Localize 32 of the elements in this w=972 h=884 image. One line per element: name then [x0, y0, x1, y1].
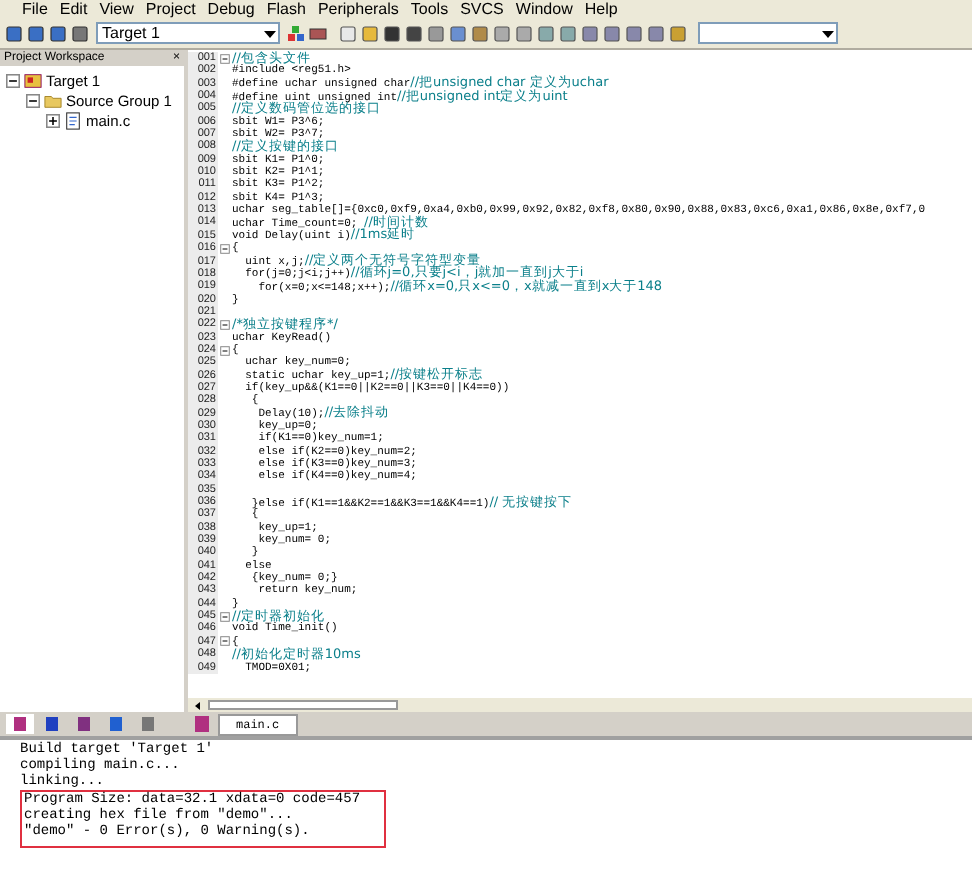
- document-icon[interactable]: [6, 714, 34, 734]
- target-select[interactable]: Target 1: [96, 22, 280, 44]
- collapse-icon[interactable]: [26, 93, 40, 107]
- fold-icon[interactable]: [219, 636, 229, 647]
- target-icon: [24, 71, 42, 89]
- menu-item[interactable]: Help: [584, 0, 618, 18]
- menu-item[interactable]: Peripherals: [317, 0, 399, 18]
- file-icon: [64, 111, 82, 129]
- collapse-icon[interactable]: [6, 73, 20, 87]
- find-combo[interactable]: [698, 22, 838, 44]
- menu-item[interactable]: SVCS: [460, 0, 504, 18]
- expand-icon[interactable]: [46, 113, 60, 127]
- fold-icon[interactable]: [219, 319, 229, 330]
- folder-icon: [44, 91, 62, 109]
- menu-item[interactable]: View: [99, 0, 134, 18]
- menu-item[interactable]: Project: [145, 0, 196, 18]
- menu-item[interactable]: Edit: [59, 0, 88, 18]
- fold-icon[interactable]: [219, 53, 229, 64]
- scroll-thumb[interactable]: [208, 700, 398, 710]
- menu-item[interactable]: File: [22, 0, 48, 18]
- options-icon[interactable]: [286, 23, 306, 43]
- fold-icon[interactable]: [219, 243, 229, 254]
- menu-item[interactable]: Flash: [266, 0, 306, 18]
- fold-icon[interactable]: [219, 611, 229, 622]
- document-icon: [192, 714, 212, 734]
- menu-item[interactable]: Window: [515, 0, 573, 18]
- menu-item[interactable]: Tools: [410, 0, 449, 18]
- dropdown-arrow-icon: [820, 25, 836, 41]
- fold-icon[interactable]: [219, 345, 229, 356]
- dropdown-arrow-icon: [262, 25, 278, 41]
- menu-item[interactable]: Debug: [207, 0, 255, 18]
- horizontal-scrollbar[interactable]: [188, 698, 972, 712]
